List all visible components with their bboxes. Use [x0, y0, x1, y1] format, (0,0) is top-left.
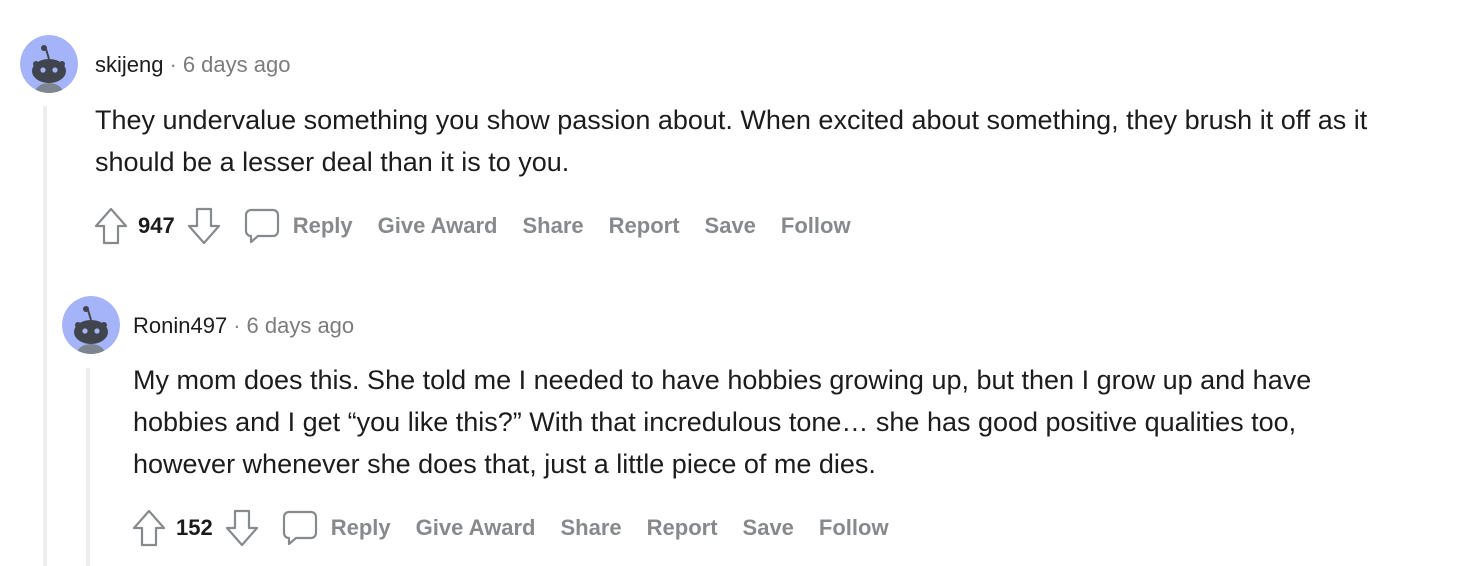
- timestamp[interactable]: 6 days ago: [183, 52, 291, 77]
- report-button[interactable]: Report: [609, 213, 680, 239]
- thread-line-1[interactable]: [43, 106, 47, 566]
- downvote-icon[interactable]: [223, 507, 261, 549]
- meta-separator: ·: [233, 313, 241, 338]
- follow-button[interactable]: Follow: [781, 213, 851, 239]
- share-button[interactable]: Share: [522, 213, 583, 239]
- snoo-avatar-icon: [20, 35, 78, 93]
- upvote-icon[interactable]: [92, 205, 130, 247]
- give-award-button[interactable]: Give Award: [378, 213, 498, 239]
- save-button[interactable]: Save: [743, 515, 794, 541]
- comment-body: My mom does this. She told me I needed t…: [133, 365, 1312, 479]
- avatar[interactable]: [62, 296, 120, 354]
- username[interactable]: skijeng: [95, 52, 163, 77]
- comment-actions: 152 Reply Give Award Share Report Save F…: [130, 506, 914, 550]
- comment-meta: skijeng · 6 days ago: [95, 50, 290, 80]
- thread-line-2[interactable]: [86, 368, 90, 566]
- meta-separator: ·: [169, 52, 177, 77]
- comment-actions: 947 Reply Give Award Share Report Save F…: [92, 204, 876, 248]
- save-button[interactable]: Save: [705, 213, 756, 239]
- avatar[interactable]: [20, 35, 78, 93]
- downvote-icon[interactable]: [185, 205, 223, 247]
- comment-icon[interactable]: [243, 207, 281, 245]
- give-award-button[interactable]: Give Award: [416, 515, 536, 541]
- follow-button[interactable]: Follow: [819, 515, 889, 541]
- comment-meta: Ronin497 · 6 days ago: [133, 311, 354, 341]
- reply-button[interactable]: Reply: [293, 213, 353, 239]
- report-button[interactable]: Report: [647, 515, 718, 541]
- username[interactable]: Ronin497: [133, 313, 227, 338]
- snoo-avatar-icon: [62, 296, 120, 354]
- comment-icon[interactable]: [281, 509, 319, 547]
- reply-button[interactable]: Reply: [331, 515, 391, 541]
- vote-score: 152: [176, 515, 213, 540]
- comment-body: They undervalue something you show passi…: [95, 105, 1368, 177]
- share-button[interactable]: Share: [560, 515, 621, 541]
- upvote-icon[interactable]: [130, 507, 168, 549]
- vote-score: 947: [138, 213, 175, 238]
- timestamp[interactable]: 6 days ago: [247, 313, 355, 338]
